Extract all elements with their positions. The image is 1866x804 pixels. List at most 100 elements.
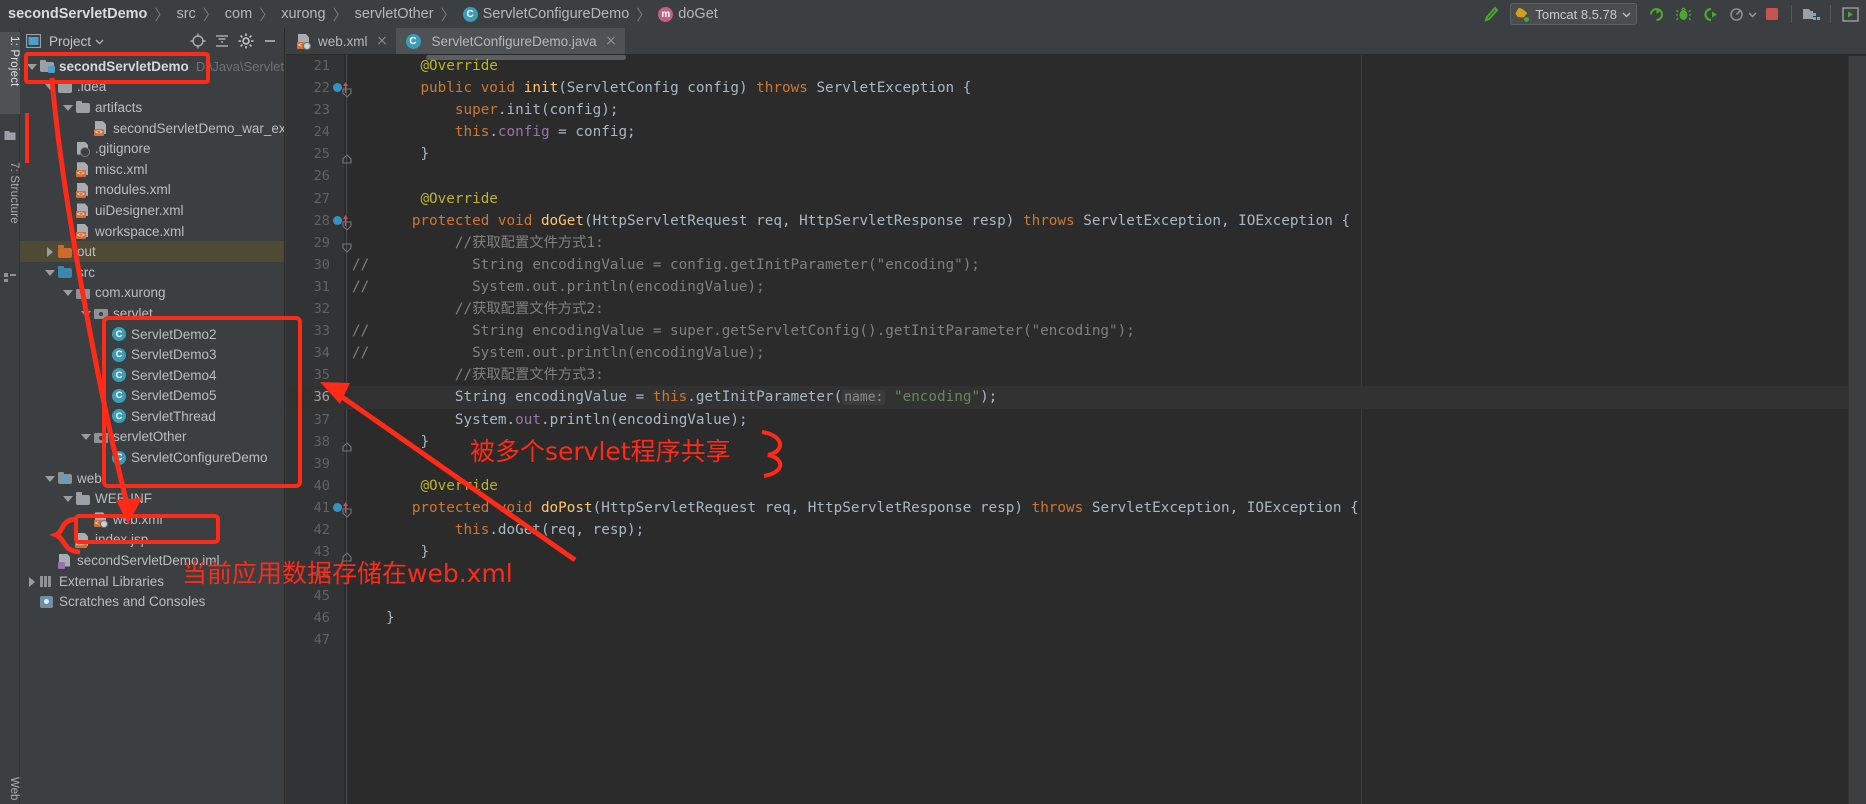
locate-icon[interactable] [188,31,208,51]
run-with-coverage-button[interactable] [1698,2,1722,26]
fold-collapse-icon[interactable] [342,503,352,518]
hammer-icon[interactable] [1479,2,1503,26]
fold-collapse-icon[interactable] [342,238,352,253]
override-marker-icon[interactable] [333,502,342,512]
code-line-33[interactable]: 33 // String encodingValue = super.getSer… [286,320,1866,342]
tool-tab-web[interactable]: Web [0,777,20,800]
tree-node-out[interactable]: out [20,241,284,262]
fold-collapse-icon[interactable] [342,216,352,231]
code-line-38[interactable]: 38 } [286,431,1866,453]
close-icon[interactable] [376,35,388,47]
code-line-25[interactable]: 25 } [286,143,1866,165]
code-line-29[interactable]: 29 //获取配置文件方式1: [286,232,1866,254]
chevron-down-icon[interactable] [80,308,91,319]
tree-node-src[interactable]: src [20,262,284,283]
settings-gear-icon[interactable] [236,31,256,51]
code-line-43[interactable]: 43 } [286,541,1866,563]
tree-node-uidesigner.xml[interactable]: uiDesigner.xml [20,200,284,221]
close-icon[interactable] [605,35,617,47]
tree-node-secondservletdemo.iml[interactable]: secondServletDemo.iml [20,550,284,571]
code-line-39[interactable]: 39 [286,453,1866,475]
tree-node-servlet[interactable]: servlet [20,303,284,324]
tree-node-index.jsp[interactable]: index.jsp [20,530,284,551]
collapse-all-icon[interactable] [212,31,232,51]
tree-node-servletdemo5[interactable]: ServletDemo5 [20,386,284,407]
tree-node-secondservletdemo-war-ex[interactable]: secondServletDemo_war_ex [20,118,284,139]
breadcrumb-item-com[interactable]: com [225,6,252,22]
breadcrumb-item-servletconfiguredemo[interactable]: C ServletConfigureDemo [462,6,629,22]
tree-node-servletother[interactable]: servletOther [20,427,284,448]
run-configuration-selector[interactable]: Tomcat 8.5.78 [1510,3,1637,25]
chevron-down-icon[interactable] [62,102,73,113]
breadcrumb-item-src[interactable]: src [176,6,195,22]
tool-tab-project[interactable]: 1: Project [0,32,20,114]
tree-node-servletconfiguredemo[interactable]: ServletConfigureDemo [20,447,284,468]
stop-button[interactable] [1760,2,1784,26]
editor-tab-servletconfiguredemo-java[interactable]: C ServletConfigureDemo.java [395,28,625,54]
tree-node-servletdemo2[interactable]: ServletDemo2 [20,324,284,345]
tree-node-.idea[interactable]: .idea [20,77,284,98]
tree-node-.gitignore[interactable]: .gitignore [20,138,284,159]
chevron-down-icon[interactable] [44,267,55,278]
browser-icon[interactable] [1838,2,1862,26]
code-line-27[interactable]: 27 @Override [286,188,1866,210]
tree-node-servletdemo4[interactable]: ServletDemo4 [20,365,284,386]
code-line-46[interactable]: 46} [286,607,1866,629]
code-line-23[interactable]: 23 super.init(config); [286,99,1866,121]
fold-end-icon[interactable] [342,547,352,562]
tree-node-misc.xml[interactable]: misc.xml [20,159,284,180]
tree-node-artifacts[interactable]: artifacts [20,97,284,118]
code-line-21[interactable]: 21 @Override [286,55,1866,77]
editor-tab-web-xml[interactable]: web.xml [286,28,396,54]
code-line-28[interactable]: 28 protected void doGet(HttpServletReque… [286,210,1866,232]
chevron-down-icon[interactable] [80,431,91,442]
code-line-45[interactable]: 45 [286,585,1866,607]
tree-node-workspace.xml[interactable]: workspace.xml [20,221,284,242]
code-line-47[interactable]: 47 [286,629,1866,651]
rerun-button[interactable] [1644,2,1668,26]
override-marker-icon[interactable] [333,215,342,225]
code-line-32[interactable]: 32 //获取配置文件方式2: [286,298,1866,320]
fold-collapse-icon[interactable] [342,83,352,98]
hide-panel-icon[interactable] [260,31,280,51]
chevron-down-icon[interactable] [26,61,37,72]
tree-node-web-inf[interactable]: WEB-INF [20,488,284,509]
chevron-down-icon[interactable] [62,287,73,298]
tree-node-servletthread[interactable]: ServletThread [20,406,284,427]
tree-node-modules.xml[interactable]: modules.xml [20,180,284,201]
override-marker-icon[interactable] [333,83,342,93]
tree-node-scratches-and-consoles[interactable]: Scratches and Consoles [20,591,284,612]
code-line-42[interactable]: 42 this.doGet(req, resp); [286,519,1866,541]
chevron-right-icon[interactable] [44,246,55,258]
code-line-44[interactable]: 44 [286,563,1866,585]
chevron-down-icon[interactable] [62,493,73,504]
code-line-37[interactable]: 37 System.out.println(encodingValue); [286,409,1866,431]
code-line-35[interactable]: 35 //获取配置文件方式3: [286,364,1866,386]
tree-node-external-libraries[interactable]: External Libraries [20,571,284,592]
tree-node-servletdemo3[interactable]: ServletDemo3 [20,344,284,365]
tool-tab-structure[interactable]: 7: Structure [0,158,20,258]
chevron-down-icon[interactable] [95,37,104,46]
code-line-26[interactable]: 26 [286,165,1866,187]
tree-node-com.xurong[interactable]: com.xurong [20,283,284,304]
chevron-down-icon[interactable] [44,473,55,484]
code-line-24[interactable]: 24 this.config = config; [286,121,1866,143]
code-lines[interactable]: 21 @Override 22 public void init(ServletC… [286,55,1866,804]
breadcrumb-item-doget[interactable]: m doGet [658,6,718,22]
code-line-36[interactable]: 36 String encodingValue = this.getInitPa… [286,386,1866,409]
code-line-30[interactable]: 30 // String encodingValue = config.getIn… [286,254,1866,276]
code-line-22[interactable]: 22 public void init(ServletConfig config… [286,77,1866,99]
profiler-button[interactable] [1725,2,1749,26]
tree-node-web[interactable]: web [20,468,284,489]
tree-node-web.xml[interactable]: web.xml [20,509,284,530]
breadcrumb-item-servletother[interactable]: servletOther [355,6,434,22]
chevron-down-icon[interactable] [44,81,55,92]
fold-end-icon[interactable] [342,437,352,452]
chevron-right-icon[interactable] [26,576,37,587]
project-tree[interactable]: secondServletDemo D:\Java\Servlet\ .idea ar… [20,54,284,804]
breadcrumb-item-xurong[interactable]: xurong [281,6,325,22]
debug-button[interactable] [1671,2,1695,26]
code-line-41[interactable]: 41 protected void doPost(HttpServletRequ… [286,497,1866,519]
code-line-31[interactable]: 31 // System.out.println(encodingValue); [286,276,1866,298]
tree-node-secondservletdemo[interactable]: secondServletDemo D:\Java\Servlet\ [20,56,284,77]
